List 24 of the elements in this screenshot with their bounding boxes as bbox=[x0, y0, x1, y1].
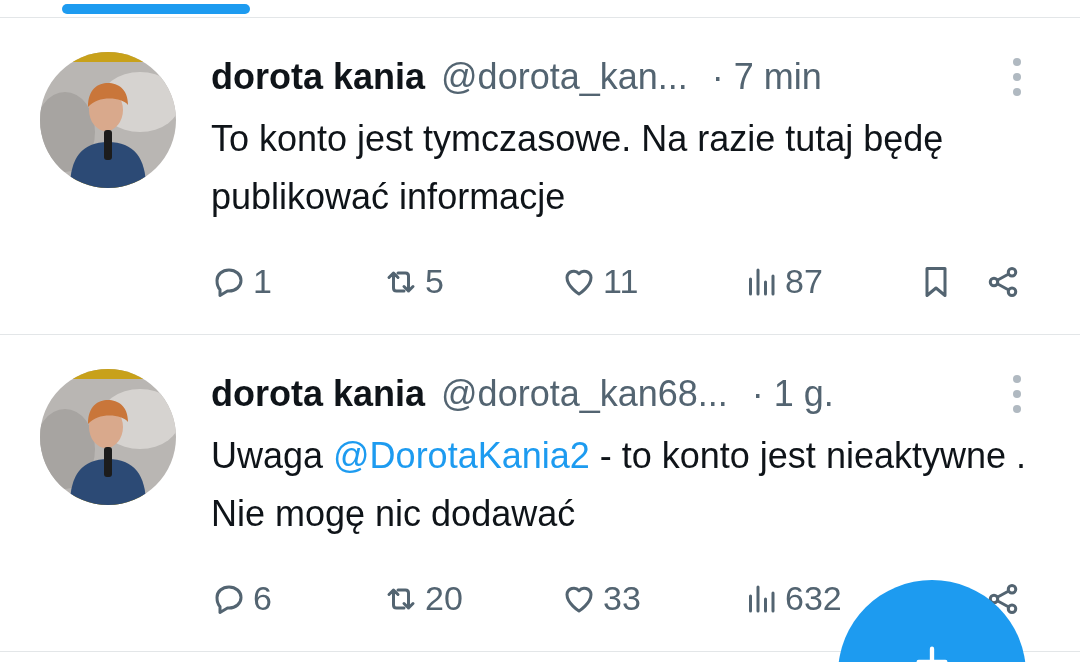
post-time[interactable]: · 1 g. bbox=[751, 373, 834, 415]
author-handle: @dorota_kan68... bbox=[441, 373, 728, 415]
like-button[interactable]: 33 bbox=[561, 579, 641, 618]
reply-button[interactable]: 1 bbox=[211, 262, 272, 301]
reply-count: 6 bbox=[253, 579, 272, 618]
author-handle: @dorota_kan... bbox=[441, 56, 688, 98]
repost-button[interactable]: 5 bbox=[383, 262, 444, 301]
repost-button[interactable]: 20 bbox=[383, 579, 463, 618]
reply-button[interactable]: 6 bbox=[211, 579, 272, 618]
views-button[interactable]: 87 bbox=[743, 262, 823, 301]
author-name[interactable]: dorota kania bbox=[211, 373, 426, 415]
author-name[interactable]: dorota kania bbox=[211, 56, 426, 98]
like-button[interactable]: 11 bbox=[561, 262, 639, 301]
post-text: Uwaga @DorotaKania2 - to konto jest nieaktywne . Nie mogę nic dodawać bbox=[211, 434, 1027, 536]
like-count: 11 bbox=[603, 262, 639, 301]
repost-count: 20 bbox=[425, 579, 463, 618]
repost-count: 5 bbox=[425, 262, 444, 301]
views-button[interactable]: 632 bbox=[743, 579, 842, 618]
reply-count: 1 bbox=[253, 262, 272, 301]
views-count: 87 bbox=[785, 262, 823, 301]
views-count: 632 bbox=[785, 579, 842, 618]
like-count: 33 bbox=[603, 579, 641, 618]
post-text: To konto jest tymczasowe. Na razie tutaj będę publikować informacje bbox=[211, 117, 945, 219]
post-time[interactable]: · 7 min bbox=[711, 56, 822, 98]
